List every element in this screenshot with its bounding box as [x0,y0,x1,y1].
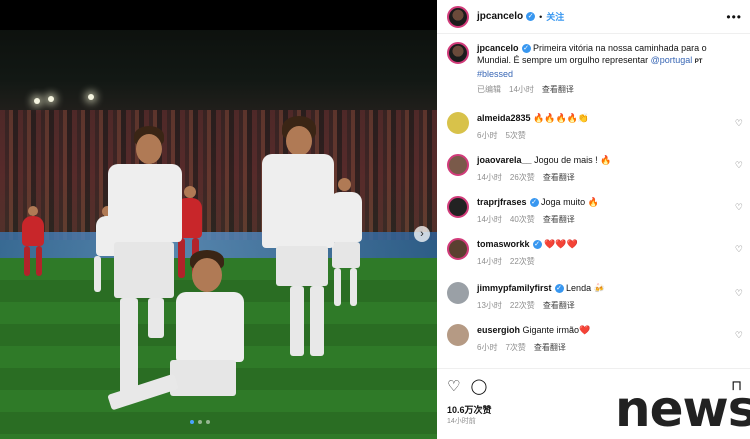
avatar[interactable] [447,112,469,134]
comment-text: Jogou de mais ! 🔥 [534,155,612,165]
verified-icon: ✓ [521,44,531,54]
comment-likes[interactable]: 40次赞 [510,215,535,224]
comment-username[interactable]: joaovarela__ [477,155,532,165]
carousel-dot [190,420,194,424]
comment-time: 6小时 [477,343,498,352]
comment-likes[interactable]: 7次赞 [505,343,525,352]
translate-link[interactable]: 查看翻译 [543,215,575,224]
avatar[interactable] [447,196,469,218]
post-time-ago: 14小时前 [447,418,476,425]
comment-time: 14小时 [477,215,502,224]
comment-text: Joga muito 🔥 [541,197,599,207]
carousel-dot [198,420,202,424]
comment-likes[interactable]: 26次赞 [510,173,535,182]
news-watermark: news [615,380,750,438]
avatar[interactable] [447,42,469,64]
post-panel: jpcancelo ✓ • 关注 ••• jpcancelo ✓ Primeira… [437,0,750,439]
verified-icon: ✓ [526,12,536,21]
avatar[interactable] [447,238,469,260]
next-arrow-icon[interactable]: › [414,226,430,242]
translate-link[interactable]: 查看翻译 [543,173,575,182]
comment-item: traprjfrases ✓ Joga muito 🔥 14小时 40次赞 查看翻译 … [447,196,747,225]
comment-icon[interactable]: ◯ [470,377,487,395]
comment-time: 14小时 [477,257,502,266]
post-photo[interactable]: › [0,0,437,439]
separator-dot: • [539,11,543,22]
heart-icon[interactable]: ♡ [735,244,743,255]
crowd [0,110,437,240]
comment-time: 6小时 [477,131,498,140]
translate-link[interactable]: 查看翻译 [543,301,575,310]
heart-icon[interactable]: ♡ [735,118,743,129]
comment-item: eusergioh Gigante irmão❤️ 6小时 7次赞 查看翻译 ♡ [447,324,747,353]
avatar[interactable] [447,324,469,346]
caption-username[interactable]: jpcancelo [477,43,519,53]
comment-username[interactable]: eusergioh [477,325,520,335]
avatar[interactable] [447,5,469,28]
caption-meta: 已编辑 14小时 查看翻译 [477,84,737,96]
carousel-dot [206,420,210,424]
stadium-light [34,98,40,104]
verified-icon: ✓ [554,284,564,294]
translate-link[interactable]: 查看翻译 [542,85,574,94]
heart-icon[interactable]: ♡ [735,288,743,299]
translate-link[interactable]: 查看翻译 [534,343,566,352]
follow-button[interactable]: 关注 [546,10,564,23]
like-icon[interactable]: ♡ [447,377,460,395]
comment-item: jimmypfamilyfirst ✓ Lenda 🍻 13小时 22次赞 查看翻译 … [447,282,747,311]
flag-label: PT [694,59,703,65]
comment-time: 14小时 [477,173,502,182]
comment-item: joaovarela__ Jogou de mais ! 🔥 14小时 26次赞查… [447,154,747,183]
heart-icon[interactable]: ♡ [735,202,743,213]
avatar[interactable] [447,154,469,176]
hashtag-link[interactable]: #blessed [477,69,513,79]
stadium-light [88,94,94,100]
post-header: jpcancelo ✓ • 关注 ••• [437,0,750,34]
edited-label: 已编辑 [477,85,501,94]
comment-username[interactable]: traprjfrases [477,197,527,207]
header-username[interactable]: jpcancelo [477,11,523,22]
comment-likes[interactable]: 22次赞 [510,301,535,310]
more-icon[interactable]: ••• [726,10,742,24]
comment-item: almeida2835 🔥🔥🔥🔥👏 6小时 5次赞 ♡ [447,112,747,141]
caption-text: jpcancelo ✓ Primeira vitória na nossa cam… [477,42,737,96]
verified-icon: ✓ [529,198,539,208]
post-time: 14小时 [509,85,534,94]
verified-icon: ✓ [532,240,542,250]
comment-text: Gigante irmão❤️ [522,325,591,335]
comment-time: 13小时 [477,301,502,310]
comment-text: Lenda 🍻 [566,283,605,293]
comment-username[interactable]: almeida2835 [477,113,531,123]
carousel-dots [190,420,210,424]
caption: jpcancelo ✓ Primeira vitória na nossa cam… [447,42,747,96]
heart-icon[interactable]: ♡ [735,160,743,171]
mention-link[interactable]: @portugal [651,55,693,65]
heart-icon[interactable]: ♡ [735,330,743,341]
comment-likes[interactable]: 5次赞 [505,131,525,140]
comment-username[interactable]: jimmypfamilyfirst [477,283,552,293]
stadium-light [48,96,54,102]
avatar[interactable] [447,282,469,304]
like-count[interactable]: 10.6万次赞 [447,403,492,416]
comment-likes[interactable]: 22次赞 [510,257,535,266]
comment-text: ❤️❤️❤️ [544,239,578,249]
comment-username[interactable]: tomasworkk [477,239,530,249]
comment-item: tomasworkk ✓ ❤️❤️❤️ 14小时 22次赞 ♡ [447,238,747,267]
comment-text: 🔥🔥🔥🔥👏 [533,113,590,123]
